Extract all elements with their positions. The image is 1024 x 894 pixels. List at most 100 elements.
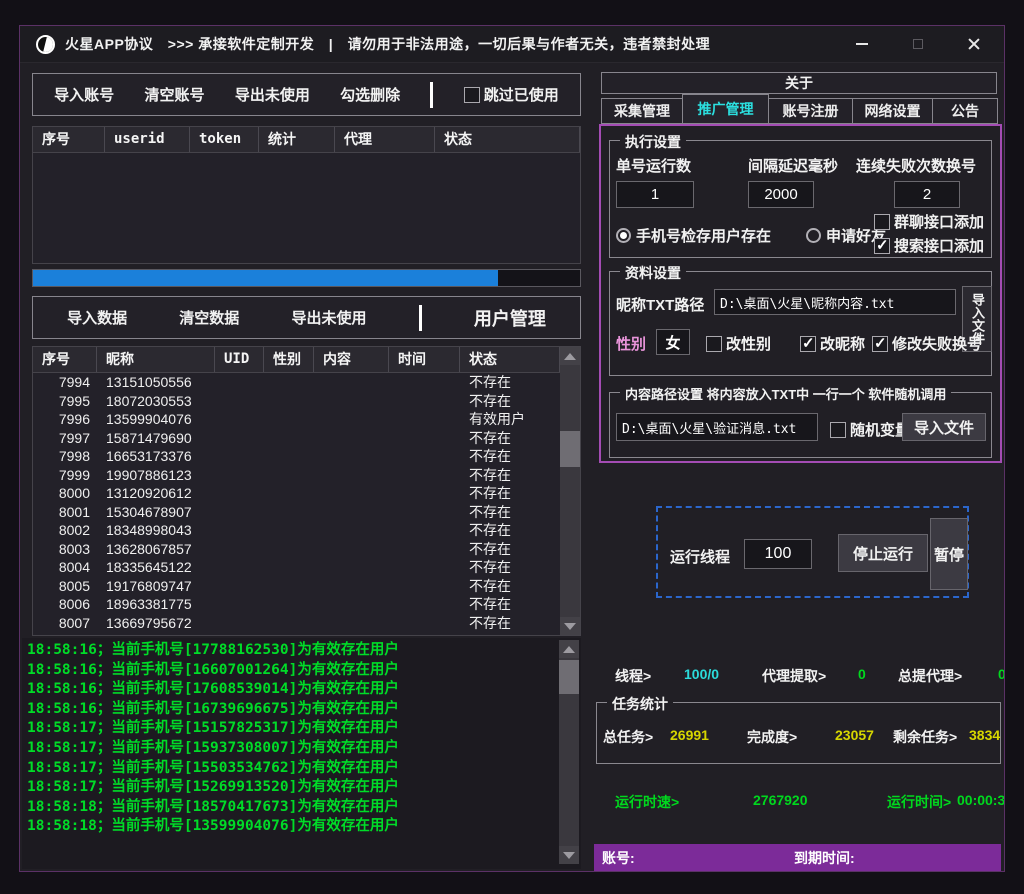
export-unused-accounts-button[interactable]: 导出未使用 [235, 84, 310, 105]
checkbox-label: 跳过已使用 [484, 84, 559, 105]
import-accounts-button[interactable]: 导入账号 [54, 84, 114, 105]
table-row[interactable]: 8001 15304678907 不存在 [33, 503, 560, 522]
modify-fail-switch-checkbox[interactable]: 修改失败换号 [872, 333, 982, 354]
table-row[interactable]: 8005 19176809747 不存在 [33, 577, 560, 596]
cell-index: 8003 [33, 540, 97, 559]
cell-empty [264, 595, 314, 614]
log-lines: 18:58:16；当前手机号[17788162530]为有效存在用户 18:58… [27, 641, 557, 865]
table-row[interactable]: 7998 16653173376 不存在 [33, 447, 560, 466]
radio-icon [806, 228, 821, 243]
checkbox-label: 改昵称 [820, 333, 865, 354]
account-toolbar: 导入账号 清空账号 导出未使用 勾选删除 跳过已使用 [32, 73, 581, 116]
delay-ms-input[interactable] [748, 181, 814, 208]
table-row[interactable]: 7994 13151050556 不存在 [33, 373, 560, 392]
cell-status: 不存在 [460, 466, 560, 485]
minimize-button[interactable] [854, 36, 870, 52]
pause-button[interactable]: 暂停 [930, 518, 968, 590]
gender-label: 性别 [616, 333, 646, 354]
tab-announcement[interactable]: 公告 [932, 98, 998, 124]
scroll-down-icon[interactable] [559, 846, 579, 864]
cell-empty [389, 503, 460, 522]
maximize-button[interactable] [910, 36, 926, 52]
cell-empty [264, 540, 314, 559]
checkbox-icon [874, 238, 890, 254]
log-line: 18:58:16；当前手机号[17608539014]为有效存在用户 [27, 680, 557, 700]
stat-label: 线程> [615, 666, 651, 686]
cell-index: 7997 [33, 429, 97, 448]
user-table-body: 7994 13151050556 不存在 7995 18072030553 [33, 373, 560, 635]
close-button[interactable] [966, 36, 982, 52]
table-row[interactable]: 7995 18072030553 不存在 [33, 392, 560, 411]
cell-nickname: 19907886123 [97, 466, 215, 485]
cell-empty [314, 558, 389, 577]
cell-index: 8005 [33, 577, 97, 596]
table-row[interactable]: 8007 13669795672 不存在 [33, 614, 560, 633]
runs-per-account-input[interactable] [616, 181, 694, 208]
scrollbar-thumb[interactable] [560, 431, 580, 467]
cell-empty [314, 595, 389, 614]
col-header: 序号 [33, 347, 97, 372]
user-manage-button[interactable]: 用户管理 [474, 305, 546, 331]
user-table-scrollbar[interactable] [560, 347, 580, 635]
table-row[interactable]: 7996 13599904076 有效用户 [33, 410, 560, 429]
import-content-file-button[interactable]: 导入文件 [902, 413, 986, 441]
table-row[interactable]: 8004 18335645122 不存在 [33, 558, 560, 577]
field-label: 间隔延迟毫秒 [748, 155, 838, 176]
content-path-input[interactable] [616, 413, 818, 441]
table-row[interactable]: 8003 13628067857 不存在 [33, 540, 560, 559]
checkbox-label: 群聊接口添加 [894, 211, 984, 232]
table-row[interactable]: 8002 18348998043 不存在 [33, 521, 560, 540]
cell-nickname: 19176809747 [97, 577, 215, 596]
stat-value: 2767920 [753, 792, 808, 808]
scroll-up-icon[interactable] [560, 347, 580, 365]
tab-promote-manage[interactable]: 推广管理 [682, 94, 769, 124]
stat-value: 0 [858, 666, 866, 682]
cell-empty [389, 484, 460, 503]
radio-icon [616, 228, 631, 243]
skip-used-checkbox[interactable]: 跳过已使用 [464, 84, 559, 105]
import-data-button[interactable]: 导入数据 [67, 307, 127, 328]
cell-empty [215, 521, 264, 540]
tab-network-settings[interactable]: 网络设置 [852, 98, 933, 124]
content-path-group: 内容路径设置 将内容放入TXT中 一行一个 软件随机调用 随机变量 导入文件 [609, 392, 992, 458]
gender-select[interactable]: 女 [656, 329, 690, 355]
cell-empty [314, 373, 389, 392]
tab-collect-manage[interactable]: 采集管理 [601, 98, 683, 124]
clear-data-button[interactable]: 清空数据 [179, 307, 239, 328]
scroll-down-icon[interactable] [560, 617, 580, 635]
log-scrollbar[interactable] [559, 640, 579, 864]
nickname-path-input[interactable] [714, 289, 956, 315]
table-row[interactable]: 8000 13120920612 不存在 [33, 484, 560, 503]
group-chat-api-checkbox[interactable]: 群聊接口添加 [874, 211, 984, 232]
cell-empty [264, 447, 314, 466]
scrollbar-thumb[interactable] [559, 660, 579, 694]
change-nickname-checkbox[interactable]: 改昵称 [800, 333, 865, 354]
thread-count-input[interactable] [744, 539, 812, 569]
cell-empty [264, 373, 314, 392]
random-variable-checkbox[interactable]: 随机变量 [830, 419, 910, 440]
progress-fill [33, 270, 498, 286]
table-row[interactable]: 7999 19907886123 不存在 [33, 466, 560, 485]
search-api-checkbox[interactable]: 搜索接口添加 [874, 235, 984, 256]
radio-phone-check-exists[interactable]: 手机号检存用户存在 [616, 225, 771, 246]
table-row[interactable]: 7997 15871479690 不存在 [33, 429, 560, 448]
checkbox-label: 随机变量 [850, 419, 910, 440]
window-title: 火星APP协议 >>> 承接软件定制开发 | 请勿用于非法用途，一切后果与作者无… [65, 34, 710, 54]
cell-empty [215, 466, 264, 485]
col-header: UID [215, 347, 264, 372]
about-button[interactable]: 关于 [601, 72, 997, 94]
clear-accounts-button[interactable]: 清空账号 [144, 84, 204, 105]
stat-label: 代理提取> [762, 666, 826, 686]
fail-switch-count-input[interactable] [894, 181, 960, 208]
cell-empty [264, 429, 314, 448]
checkbox-label: 搜索接口添加 [894, 235, 984, 256]
export-unused-data-button[interactable]: 导出未使用 [292, 307, 367, 328]
cell-index: 8004 [33, 558, 97, 577]
table-row[interactable]: 8006 18963381775 不存在 [33, 595, 560, 614]
delete-checked-button[interactable]: 勾选删除 [340, 84, 400, 105]
scroll-up-icon[interactable] [559, 640, 579, 658]
change-gender-checkbox[interactable]: 改性别 [706, 333, 771, 354]
stop-run-button[interactable]: 停止运行 [838, 534, 928, 572]
checkbox-label: 修改失败换号 [892, 333, 982, 354]
tab-account-register[interactable]: 账号注册 [768, 98, 853, 124]
